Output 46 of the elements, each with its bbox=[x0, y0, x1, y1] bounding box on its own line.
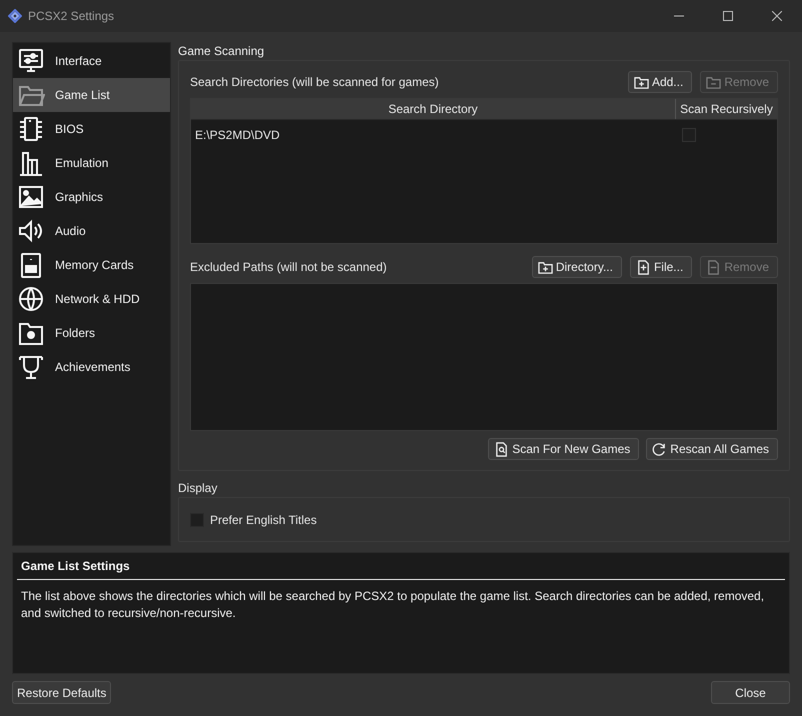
directory-button[interactable]: Directory... bbox=[532, 256, 622, 278]
folder-plus-icon bbox=[634, 74, 649, 90]
sidebar-item[interactable]: Game List bbox=[13, 78, 170, 112]
group-title: Game Scanning bbox=[178, 43, 266, 60]
sidebar-item[interactable]: Audio bbox=[13, 214, 170, 248]
file-search-icon bbox=[494, 442, 510, 456]
rescan-button[interactable]: Rescan All Games bbox=[646, 438, 778, 460]
refresh-icon bbox=[652, 442, 668, 456]
folder-minus-icon bbox=[706, 74, 722, 90]
app-logo-icon bbox=[8, 9, 22, 23]
close-button[interactable]: Close bbox=[711, 681, 790, 704]
image-icon bbox=[17, 183, 45, 211]
section-label: Search Directories (will be scanned for games) bbox=[190, 75, 440, 89]
trophy-icon bbox=[17, 353, 45, 381]
column-header[interactable]: Scan Recursively bbox=[676, 99, 777, 119]
maximize-icon bbox=[723, 11, 733, 21]
sidebar-item[interactable]: Folders bbox=[13, 316, 170, 350]
help-text: The list above shows the directories which will be searched by PCSX2 to populate the game list. Search directories can be added, removed, and switched to recursive/non-recursive. bbox=[21, 588, 766, 622]
speaker-icon bbox=[17, 217, 45, 245]
columns-icon bbox=[17, 149, 45, 177]
file-plus-icon bbox=[636, 260, 651, 274]
sidebar-item[interactable]: Achievements bbox=[13, 350, 170, 384]
file-minus-icon bbox=[706, 260, 722, 274]
window-title: PCSX2 Settings bbox=[28, 9, 116, 23]
scan-button[interactable]: Scan For New Games bbox=[488, 438, 640, 460]
restore-defaults-button[interactable]: Restore Defaults bbox=[12, 681, 112, 704]
table-cell-text: E:\PS2MD\DVD bbox=[194, 128, 281, 142]
help-title: Game List Settings bbox=[17, 559, 785, 580]
globe-icon bbox=[17, 285, 45, 313]
column-header[interactable]: Search Directory bbox=[191, 99, 676, 119]
chip-icon bbox=[17, 115, 45, 143]
recursive-checkbox[interactable] bbox=[682, 128, 696, 142]
add-button[interactable]: Add... bbox=[628, 71, 692, 93]
sidebar-item[interactable]: BIOS bbox=[13, 112, 170, 146]
sliders-monitor-icon bbox=[17, 47, 45, 75]
sidebar-item[interactable]: Emulation bbox=[13, 146, 170, 180]
folder-plus-icon bbox=[538, 260, 553, 274]
file-button[interactable]: File... bbox=[630, 256, 692, 278]
sidebar-item[interactable]: Network & HDD bbox=[13, 282, 170, 316]
section-label: Excluded Paths (will not be scanned) bbox=[190, 260, 388, 274]
sidebar-item[interactable]: Interface bbox=[13, 44, 170, 78]
close-icon bbox=[772, 11, 782, 21]
checkbox-label[interactable]: Prefer English Titles bbox=[210, 512, 317, 526]
sidebar-item[interactable]: Graphics bbox=[13, 180, 170, 214]
sidebar-item[interactable]: Memory Cards bbox=[13, 248, 170, 282]
group-title: Display bbox=[178, 480, 218, 497]
